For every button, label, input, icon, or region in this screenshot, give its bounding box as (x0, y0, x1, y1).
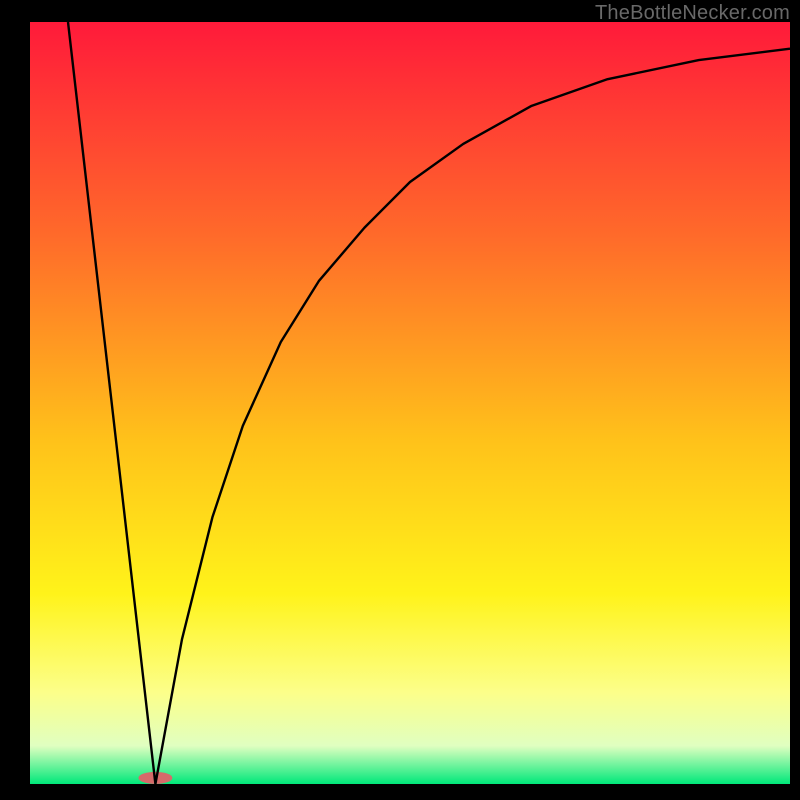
watermark-text: TheBottleNecker.com (595, 2, 790, 25)
chart-container: TheBottleNecker.com (0, 0, 800, 800)
plot-background (30, 22, 790, 784)
bottleneck-chart (0, 0, 800, 800)
